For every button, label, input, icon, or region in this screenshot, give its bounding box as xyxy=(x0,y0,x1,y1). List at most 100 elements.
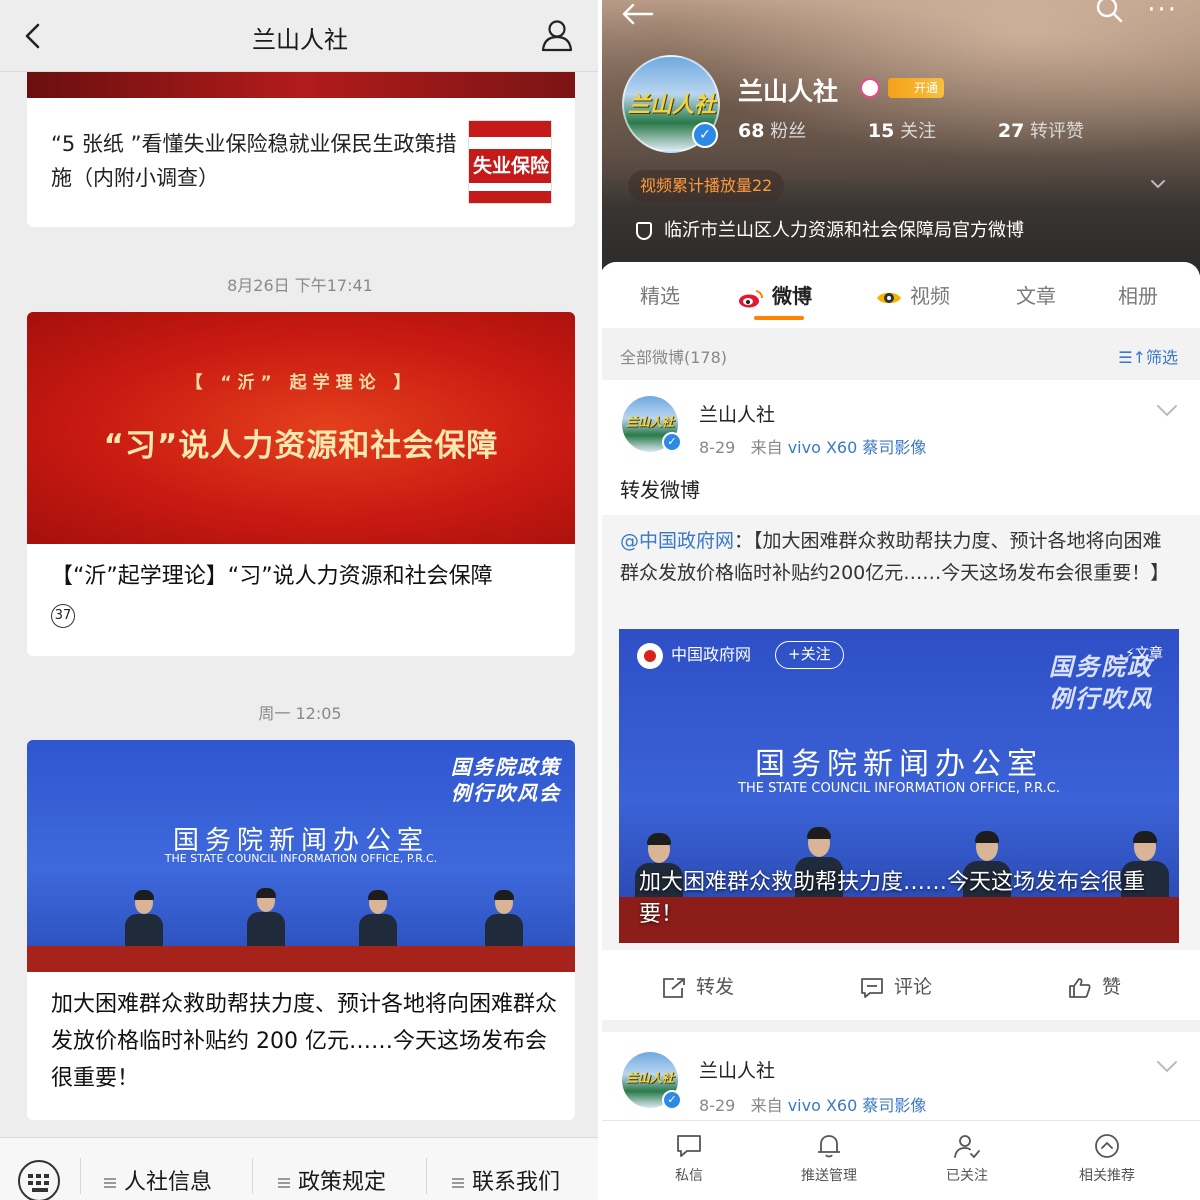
menu-item-contact[interactable]: 联系我们 xyxy=(452,1164,560,1196)
filter-button[interactable]: ☰↑筛选 xyxy=(1118,344,1178,368)
post-meta: 8-29 来自 vivo X60 蔡司影像 xyxy=(699,1096,927,1115)
likes-count[interactable]: 27 转评赞 xyxy=(998,120,1112,142)
menu-lines-icon xyxy=(452,1178,464,1188)
post-author[interactable]: 兰山人社 xyxy=(699,1056,775,1083)
verified-icon: ✓ xyxy=(692,122,718,148)
back-arrow-icon[interactable] xyxy=(620,2,654,26)
comment-icon xyxy=(861,977,883,998)
speaker xyxy=(245,888,287,946)
wechat-account-pane: “5 张纸 ”看懂失业保险稳就业保民生政策措施（内附小调查） 失业保险 8月26… xyxy=(0,0,600,1200)
post-actions: 转发 评论 赞 xyxy=(600,950,1200,1020)
office-name-cn: 国务院新闻办公室 xyxy=(755,747,1043,782)
article-title[interactable]: 【“沂”起学理论】“习”说人力资源和社会保障 xyxy=(51,560,561,594)
post-text: 转发微博 xyxy=(620,478,700,502)
comment-button[interactable]: 评论 xyxy=(860,972,932,999)
following-button[interactable]: 已关注 xyxy=(922,1133,1012,1185)
conference-desk xyxy=(27,946,575,972)
profile-name: 兰山人社 xyxy=(738,77,839,106)
article-card-press[interactable]: 国务院政策 例行吹风会 国务院新闻办公室 THE STATE COUNCIL I… xyxy=(27,740,575,1120)
search-icon[interactable] xyxy=(1094,0,1124,26)
follow-button[interactable]: +关注 xyxy=(775,641,844,669)
menu-item-policy[interactable]: 政策规定 xyxy=(278,1164,386,1196)
post-meta: 8-29 来自 vivo X60 蔡司影像 xyxy=(699,438,927,457)
vip-open-badge[interactable]: 开通 xyxy=(888,78,944,98)
shield-icon xyxy=(636,222,652,240)
weibo-count: 全部微博(178) xyxy=(620,348,728,367)
menu-lines-icon xyxy=(104,1178,116,1188)
video-play-count[interactable]: 视频累计播放量22 xyxy=(628,170,785,202)
bell-settings-icon xyxy=(818,1135,840,1158)
pane-divider xyxy=(598,0,602,1200)
office-name-en: THE STATE COUNCIL INFORMATION OFFICE, P.… xyxy=(164,852,438,865)
article-title[interactable]: “5 张纸 ”看懂失业保险稳就业保民生政策措施（内附小调查） xyxy=(51,127,461,195)
message-timestamp: 8月26日 下午17:41 xyxy=(227,276,373,295)
video-caption: 加大困难群众救助帮扶力度……今天这场发布会很重要！ xyxy=(639,870,1146,927)
article-label: ⚡文章 xyxy=(1125,646,1163,662)
user-check-icon xyxy=(954,1135,980,1159)
thumbnail-text: 失业保险 xyxy=(469,149,551,183)
article-banner: 【 “沂” 起学理论 】 “习”说人力资源和社会保障 xyxy=(27,312,575,544)
weibo-profile-pane: ··· 兰山人社 开通 68 粉丝 15 关注 27 转评赞 视频累计播放量22… xyxy=(600,0,1200,1200)
menu-lines-icon xyxy=(278,1178,290,1188)
speaker xyxy=(357,890,399,948)
profile-tabs: 精选 微博 视频 文章 相册 xyxy=(600,262,1200,328)
tab-featured[interactable]: 精选 xyxy=(640,280,680,309)
mention-link[interactable]: @中国政府网 xyxy=(620,530,734,552)
related-recommend-button[interactable]: 相关推荐 xyxy=(1062,1133,1152,1185)
briefing-corner-title: 国务院政策 例行吹风会 xyxy=(451,755,561,805)
official-account-label: 临沂市兰山区人力资源和社会保障局官方微博 xyxy=(636,216,1024,242)
chevron-down-icon[interactable] xyxy=(1156,1060,1178,1074)
weibo-logo-icon xyxy=(739,289,764,307)
tab-albums[interactable]: 相册 xyxy=(1118,280,1158,309)
banner-title: “习”说人力资源和社会保障 xyxy=(103,428,499,464)
tab-weibo[interactable]: 微博 xyxy=(738,280,812,309)
following-count[interactable]: 15 关注 xyxy=(868,120,964,142)
reposted-content[interactable]: @中国政府网：【加大困难群众救助帮扶力度、预计各地将向困难群众发放价格临时补贴约… xyxy=(600,515,1200,950)
message-button[interactable]: 私信 xyxy=(644,1133,734,1185)
push-management-button[interactable]: 推送管理 xyxy=(784,1133,874,1185)
feed-filter-bar: 全部微博(178) ☰↑筛选 xyxy=(600,328,1200,380)
share-icon xyxy=(663,977,685,998)
chevron-up-circle-icon xyxy=(1095,1134,1119,1158)
article-card-theory[interactable]: 【 “沂” 起学理论 】 “习”说人力资源和社会保障 【“沂”起学理论】“习”说… xyxy=(27,312,575,656)
count-badge: 37 xyxy=(51,604,75,628)
user-profile-icon[interactable] xyxy=(540,18,574,52)
member-badge-icon[interactable] xyxy=(860,78,880,98)
article-thumbnail: 失业保险 xyxy=(468,120,552,204)
article-title[interactable]: 加大困难群众救助帮扶力度、预计各地将向困难群众发放价格临时补贴约 200 亿元…… xyxy=(51,986,561,1097)
active-tab-indicator xyxy=(754,316,804,320)
bottom-menu-bar: 人社信息 政策规定 联系我们 xyxy=(0,1137,600,1200)
chevron-down-icon[interactable] xyxy=(1156,404,1178,418)
tab-articles[interactable]: 文章 xyxy=(1016,280,1056,309)
page-title: 兰山人社 xyxy=(252,26,348,54)
message-timestamp: 周一 12:05 xyxy=(258,704,342,723)
fans-count[interactable]: 68 粉丝 xyxy=(738,120,834,142)
video-eye-icon xyxy=(877,292,901,303)
weibo-post: 兰山人社 ✓ 兰山人社 8-29 来自 vivo X60 蔡司影像 转发微博 @… xyxy=(600,380,1200,1020)
thumbs-up-icon xyxy=(1069,977,1091,998)
chevron-down-icon[interactable] xyxy=(1150,176,1166,192)
top-nav-bar: 兰山人社 xyxy=(0,0,600,72)
video-source[interactable]: 中国政府网 xyxy=(637,641,751,669)
keyboard-icon[interactable] xyxy=(18,1160,60,1200)
gov-emblem-icon xyxy=(637,642,663,669)
video-card[interactable]: 国务院新闻办公室 THE STATE COUNCIL INFORMATION O… xyxy=(619,629,1179,943)
article-card-unemployment[interactable]: “5 张纸 ”看懂失业保险稳就业保民生政策措施（内附小调查） 失业保险 xyxy=(27,60,575,227)
bottom-action-bar: 私信 推送管理 已关注 相关推荐 xyxy=(600,1120,1200,1200)
banner-subtitle: 【 “沂” 起学理论 】 xyxy=(185,373,417,393)
like-button[interactable]: 赞 xyxy=(1068,972,1121,999)
repost-button[interactable]: 转发 xyxy=(662,972,734,999)
speaker xyxy=(123,890,165,948)
post-author[interactable]: 兰山人社 xyxy=(699,400,775,427)
profile-stats: 68 粉丝 15 关注 27 转评赞 xyxy=(738,117,1140,143)
press-conference-image: 国务院政策 例行吹风会 国务院新闻办公室 THE STATE COUNCIL I… xyxy=(27,740,575,972)
verified-icon: ✓ xyxy=(662,1090,682,1110)
menu-item-hr-info[interactable]: 人社信息 xyxy=(104,1164,212,1196)
more-options-icon[interactable]: ··· xyxy=(1147,0,1178,23)
repost-text: @中国政府网：【加大困难群众救助帮扶力度、预计各地将向困难群众发放价格临时补贴约… xyxy=(620,530,1170,584)
verified-icon: ✓ xyxy=(662,432,682,452)
speaker xyxy=(483,890,525,948)
chat-bubble-icon xyxy=(677,1135,701,1157)
tab-video[interactable]: 视频 xyxy=(876,280,950,309)
filter-icon: ☰↑ xyxy=(1118,348,1146,367)
